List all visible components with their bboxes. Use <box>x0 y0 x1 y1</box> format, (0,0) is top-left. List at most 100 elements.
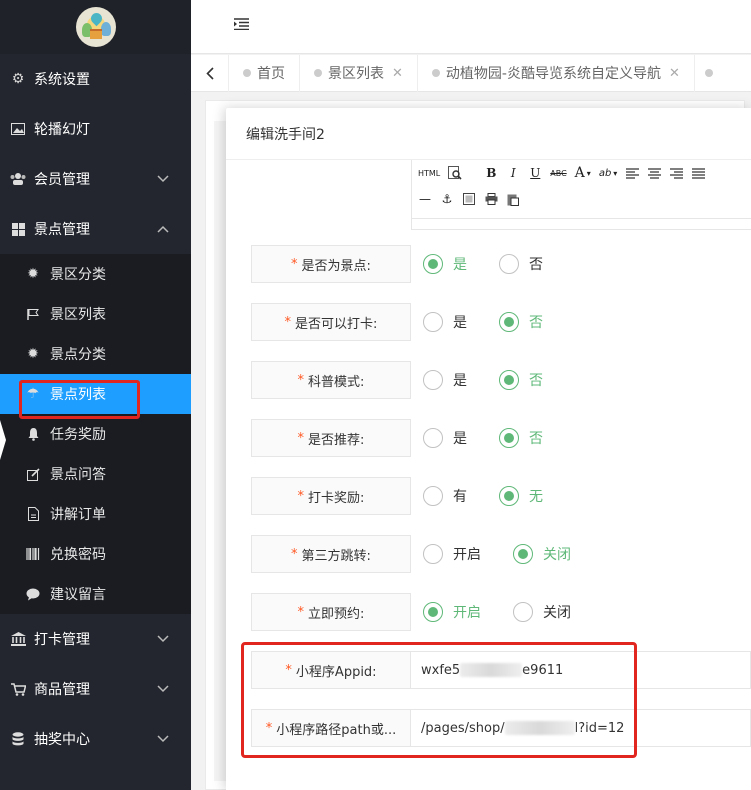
tab-home[interactable]: 首页 <box>229 54 300 92</box>
radio-label: 否 <box>529 257 543 273</box>
input-value-end: l?id=12 <box>574 720 625 736</box>
paste-icon[interactable] <box>506 191 520 207</box>
form-row-miniprogram-appid: * 小程序Appid: wxfe5 e9611 <box>251 651 751 689</box>
menu-item-products[interactable]: 商品管理 <box>0 664 191 714</box>
radio-option-no[interactable]: 否 <box>499 254 543 274</box>
html-source-button[interactable]: HTML <box>418 165 440 181</box>
align-center-icon[interactable] <box>647 165 661 181</box>
menu-item-system-settings[interactable]: ⚙ 系统设置 <box>0 54 191 104</box>
radio-group: 有 无 <box>411 477 575 515</box>
menu-item-lottery[interactable]: 抽奖中心 <box>0 714 191 764</box>
radio-option-no[interactable]: 否 <box>499 370 543 390</box>
tab-label: 动植物园-炎酷导览系统自定义导航 <box>445 66 661 82</box>
tabs-prev-button[interactable] <box>191 54 229 92</box>
radio-circle <box>499 254 519 274</box>
required-mark: * <box>265 720 273 736</box>
sidebar-item-spot-list[interactable]: ☂ 景点列表 <box>0 374 191 414</box>
radio-group: 是 否 <box>411 245 575 283</box>
bell-icon <box>25 426 41 442</box>
required-mark: * <box>291 256 298 272</box>
radio-option-on[interactable]: 开启 <box>423 544 481 564</box>
sidebar-item-spot-category[interactable]: ✹ 景点分类 <box>0 334 191 374</box>
radio-label: 否 <box>529 431 543 447</box>
close-icon[interactable]: ✕ <box>669 66 680 81</box>
menu-toggle-icon[interactable] <box>234 18 250 32</box>
input-value-start: /pages/shop/ <box>421 720 505 736</box>
radio-option-no[interactable]: 否 <box>499 428 543 448</box>
tab-more[interactable] <box>695 55 729 92</box>
strikethrough-button[interactable]: ABC <box>550 165 566 181</box>
logo-area <box>0 0 191 54</box>
required-mark: * <box>284 314 292 330</box>
gear-icon: ✹ <box>27 266 39 282</box>
umbrella-icon: ☂ <box>26 386 40 402</box>
bold-button[interactable]: B <box>484 165 498 181</box>
field-label-text: 小程序Appid: <box>295 664 377 680</box>
chevron-down-icon <box>157 731 169 747</box>
field-label: * 是否为景点: <box>251 245 411 283</box>
path-input[interactable]: /pages/shop/l?id=12 <box>411 709 751 747</box>
radio-circle <box>499 312 519 332</box>
chevron-down-icon <box>157 171 169 187</box>
form-row-science-mode: * 科普模式: 是 否 <box>251 361 751 399</box>
align-right-icon[interactable] <box>669 165 683 181</box>
radio-option-off[interactable]: 关闭 <box>513 602 571 622</box>
menu-item-members[interactable]: 会员管理 <box>0 154 191 204</box>
menu-item-carousel[interactable]: 轮播幻灯 <box>0 104 191 154</box>
radio-group: 是 否 <box>411 361 575 399</box>
align-justify-icon[interactable] <box>691 165 705 181</box>
chevron-left-icon <box>205 66 214 80</box>
radio-option-no[interactable]: 否 <box>499 312 543 332</box>
anchor-icon[interactable]: ⚓ <box>440 191 454 207</box>
underline-button[interactable]: U <box>528 165 542 181</box>
field-label: * 是否可以打卡: <box>251 303 411 341</box>
field-label: * 是否推荐: <box>251 419 411 457</box>
field-label-text: 科普模式: <box>308 374 365 390</box>
sidebar-item-suggestions[interactable]: 建议留言 <box>0 574 191 614</box>
close-icon[interactable]: ✕ <box>392 66 403 81</box>
highlight-color-icon[interactable]: ab ▾ <box>599 165 618 181</box>
font-color-button[interactable]: A ▾ <box>575 165 591 181</box>
field-label-text: 是否为景点: <box>301 258 371 274</box>
appid-input[interactable]: wxfe5 e9611 <box>411 651 751 689</box>
horizontal-rule-button[interactable]: — <box>418 191 432 207</box>
align-left-icon[interactable] <box>625 165 639 181</box>
print-icon[interactable] <box>484 191 498 207</box>
preview-icon[interactable] <box>448 165 462 181</box>
sidebar-item-spot-qa[interactable]: 景点问答 <box>0 454 191 494</box>
radio-option-yes[interactable]: 是 <box>423 370 467 390</box>
radio-option-yes[interactable]: 是 <box>423 312 467 332</box>
rich-text-editor[interactable]: HTML B I U ABC A ▾ ab ▾ — ⚓ <box>411 160 751 230</box>
menu-item-attractions[interactable]: 景点管理 <box>0 204 191 254</box>
chevron-down-icon <box>157 681 169 697</box>
sub-label: 景区列表 <box>50 307 106 323</box>
gear-icon: ✹ <box>27 346 39 362</box>
tab-scenic-list[interactable]: 景区列表 ✕ <box>300 54 418 92</box>
radio-option-off[interactable]: 关闭 <box>513 544 571 564</box>
sidebar-indicator <box>0 420 6 460</box>
radio-option-have[interactable]: 有 <box>423 486 467 506</box>
radio-label: 开启 <box>453 547 481 563</box>
sidebar-item-scenic-category[interactable]: ✹ 景区分类 <box>0 254 191 294</box>
sidebar-item-redeem-codes[interactable]: 兑换密码 <box>0 534 191 574</box>
sidebar-item-task-rewards[interactable]: 任务奖励 <box>0 414 191 454</box>
font-color-glyph: A <box>574 165 585 181</box>
sidebar-item-scenic-list[interactable]: 景区列表 <box>0 294 191 334</box>
radio-circle <box>513 602 533 622</box>
image-icon[interactable] <box>462 191 476 207</box>
sub-label: 景点问答 <box>50 467 106 483</box>
menu-label: 会员管理 <box>34 172 90 188</box>
radio-option-yes[interactable]: 是 <box>423 428 467 448</box>
menu-item-checkin[interactable]: 打卡管理 <box>0 614 191 664</box>
radio-option-on[interactable]: 开启 <box>423 602 481 622</box>
logo[interactable] <box>75 7 116 47</box>
bank-icon <box>10 631 26 647</box>
sidebar-item-guide-orders[interactable]: 讲解订单 <box>0 494 191 534</box>
radio-option-none[interactable]: 无 <box>499 486 543 506</box>
header <box>191 0 751 54</box>
menu-label: 抽奖中心 <box>34 732 90 748</box>
radio-option-yes[interactable]: 是 <box>423 254 467 274</box>
italic-button[interactable]: I <box>506 165 520 181</box>
editor-toolbar-row-1: HTML B I U ABC A ▾ ab ▾ <box>412 160 751 186</box>
tab-zoo-nav[interactable]: 动植物园-炎酷导览系统自定义导航 ✕ <box>418 54 695 92</box>
